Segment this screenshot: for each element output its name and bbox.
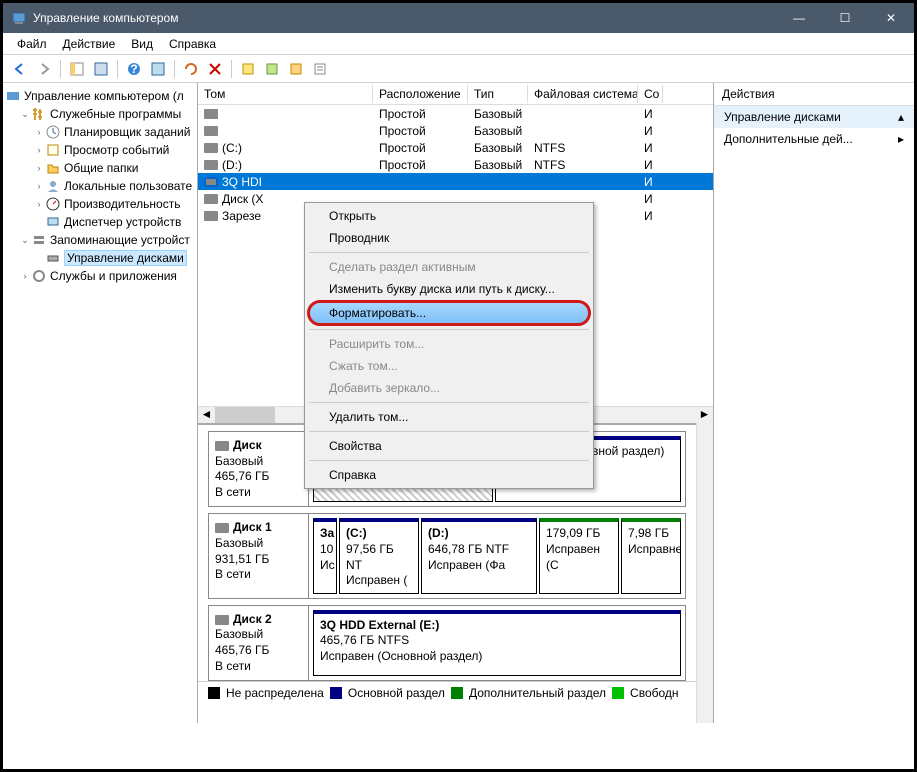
disk-block-2: Диск 2 Базовый465,76 ГБВ сети 3Q HDD Ext… bbox=[208, 605, 686, 681]
graph-scrollbar[interactable] bbox=[696, 423, 713, 723]
volume-row[interactable]: ПростойБазовыйИ bbox=[198, 105, 713, 122]
ctx-change-letter[interactable]: Изменить букву диска или путь к диску... bbox=[307, 278, 591, 300]
legend-free: Свободн bbox=[630, 686, 679, 700]
delete-button[interactable] bbox=[204, 58, 226, 80]
actions-panel: Действия Управление дисками▴ Дополнитель… bbox=[714, 83, 914, 723]
forward-button[interactable] bbox=[33, 58, 55, 80]
tree-devmgr[interactable]: Диспетчер устройств bbox=[5, 213, 195, 231]
ctx-shrink[interactable]: Сжать том... bbox=[307, 355, 591, 377]
ctx-format[interactable]: Форматировать... bbox=[307, 300, 591, 326]
volume-row-selected[interactable]: 3Q HDIИ bbox=[198, 173, 713, 190]
tree-systools[interactable]: ⌄Служебные программы bbox=[5, 105, 195, 123]
help-button[interactable]: ? bbox=[123, 58, 145, 80]
action4-button[interactable] bbox=[309, 58, 331, 80]
menubar: Файл Действие Вид Справка bbox=[3, 33, 914, 55]
menu-file[interactable]: Файл bbox=[9, 35, 55, 53]
col-type[interactable]: Тип bbox=[468, 85, 528, 103]
window-title: Управление компьютером bbox=[33, 11, 776, 25]
tree-root[interactable]: Управление компьютером (л bbox=[5, 87, 195, 105]
menu-view[interactable]: Вид bbox=[123, 35, 161, 53]
svg-text:?: ? bbox=[130, 62, 137, 76]
disk-block-1: Диск 1 Базовый931,51 ГБВ сети За10Ис (C:… bbox=[208, 513, 686, 598]
ctx-properties[interactable]: Свойства bbox=[307, 435, 591, 457]
partition[interactable]: 7,98 ГБИсправне bbox=[621, 518, 681, 593]
partition[interactable]: (D:)646,78 ГБ NTFИсправен (Фа bbox=[421, 518, 537, 593]
settings-button[interactable] bbox=[147, 58, 169, 80]
ctx-delete[interactable]: Удалить том... bbox=[307, 406, 591, 428]
chevron-right-icon: ▸ bbox=[898, 132, 904, 146]
legend: Не распределена Основной раздел Дополнит… bbox=[198, 681, 696, 704]
disk-info[interactable]: Диск 2 Базовый465,76 ГБВ сети bbox=[209, 606, 309, 680]
tree-sharedfolders[interactable]: ›Общие папки bbox=[5, 159, 195, 177]
tree-localusers[interactable]: ›Локальные пользовате bbox=[5, 177, 195, 195]
tree-panel: Управление компьютером (л ⌄Служебные про… bbox=[3, 83, 198, 723]
tree-diskmgmt[interactable]: Управление дисками bbox=[5, 249, 195, 267]
close-button[interactable]: ✕ bbox=[868, 3, 914, 33]
properties-button[interactable] bbox=[90, 58, 112, 80]
action3-button[interactable] bbox=[285, 58, 307, 80]
back-button[interactable] bbox=[9, 58, 31, 80]
partition[interactable]: (C:)97,56 ГБ NTИсправен ( bbox=[339, 518, 419, 593]
tree-performance[interactable]: ›Производительность bbox=[5, 195, 195, 213]
maximize-button[interactable]: ☐ bbox=[822, 3, 868, 33]
legend-unalloc: Не распределена bbox=[226, 686, 324, 700]
partition[interactable]: 3Q HDD External (E:)465,76 ГБ NTFSИсправ… bbox=[313, 610, 681, 676]
minimize-button[interactable]: — bbox=[776, 3, 822, 33]
volume-row[interactable]: (C:)ПростойБазовыйNTFSИ bbox=[198, 139, 713, 156]
context-menu: Открыть Проводник Сделать раздел активны… bbox=[304, 202, 594, 489]
tree-storage[interactable]: ⌄Запоминающие устройст bbox=[5, 231, 195, 249]
ctx-help[interactable]: Справка bbox=[307, 464, 591, 486]
volume-row[interactable]: ПростойБазовыйИ bbox=[198, 122, 713, 139]
menu-action[interactable]: Действие bbox=[55, 35, 124, 53]
actions-more[interactable]: Дополнительные дей...▸ bbox=[714, 128, 914, 150]
col-layout[interactable]: Расположение bbox=[373, 85, 468, 103]
show-hide-button[interactable] bbox=[66, 58, 88, 80]
ctx-make-active[interactable]: Сделать раздел активным bbox=[307, 256, 591, 278]
titlebar: Управление компьютером — ☐ ✕ bbox=[3, 3, 914, 33]
action1-button[interactable] bbox=[237, 58, 259, 80]
partition[interactable]: 179,09 ГБИсправен (С bbox=[539, 518, 619, 593]
ctx-explorer[interactable]: Проводник bbox=[307, 227, 591, 249]
ctx-open[interactable]: Открыть bbox=[307, 205, 591, 227]
ctx-mirror[interactable]: Добавить зеркало... bbox=[307, 377, 591, 399]
tree-scheduler[interactable]: ›Планировщик заданий bbox=[5, 123, 195, 141]
action2-button[interactable] bbox=[261, 58, 283, 80]
toolbar: ? bbox=[3, 55, 914, 83]
ctx-extend[interactable]: Расширить том... bbox=[307, 333, 591, 355]
tree-services[interactable]: ›Службы и приложения bbox=[5, 267, 195, 285]
tree-eventviewer[interactable]: ›Просмотр событий bbox=[5, 141, 195, 159]
disk-info[interactable]: Диск Базовый465,76 ГБВ сети bbox=[209, 432, 309, 506]
legend-extended: Дополнительный раздел bbox=[469, 686, 606, 700]
volume-row[interactable]: (D:)ПростойБазовыйNTFSИ bbox=[198, 156, 713, 173]
col-volume[interactable]: Том bbox=[198, 85, 373, 103]
col-status[interactable]: Со bbox=[638, 85, 663, 103]
collapse-icon: ▴ bbox=[898, 110, 904, 124]
actions-diskmgmt[interactable]: Управление дисками▴ bbox=[714, 106, 914, 128]
col-filesystem[interactable]: Файловая система bbox=[528, 85, 638, 103]
actions-header: Действия bbox=[714, 83, 914, 106]
menu-help[interactable]: Справка bbox=[161, 35, 224, 53]
app-icon bbox=[11, 10, 27, 26]
disk-info[interactable]: Диск 1 Базовый931,51 ГБВ сети bbox=[209, 514, 309, 597]
partition[interactable]: За10Ис bbox=[313, 518, 337, 593]
legend-primary: Основной раздел bbox=[348, 686, 445, 700]
refresh-button[interactable] bbox=[180, 58, 202, 80]
volume-list-header: Том Расположение Тип Файловая система Со bbox=[198, 83, 713, 105]
